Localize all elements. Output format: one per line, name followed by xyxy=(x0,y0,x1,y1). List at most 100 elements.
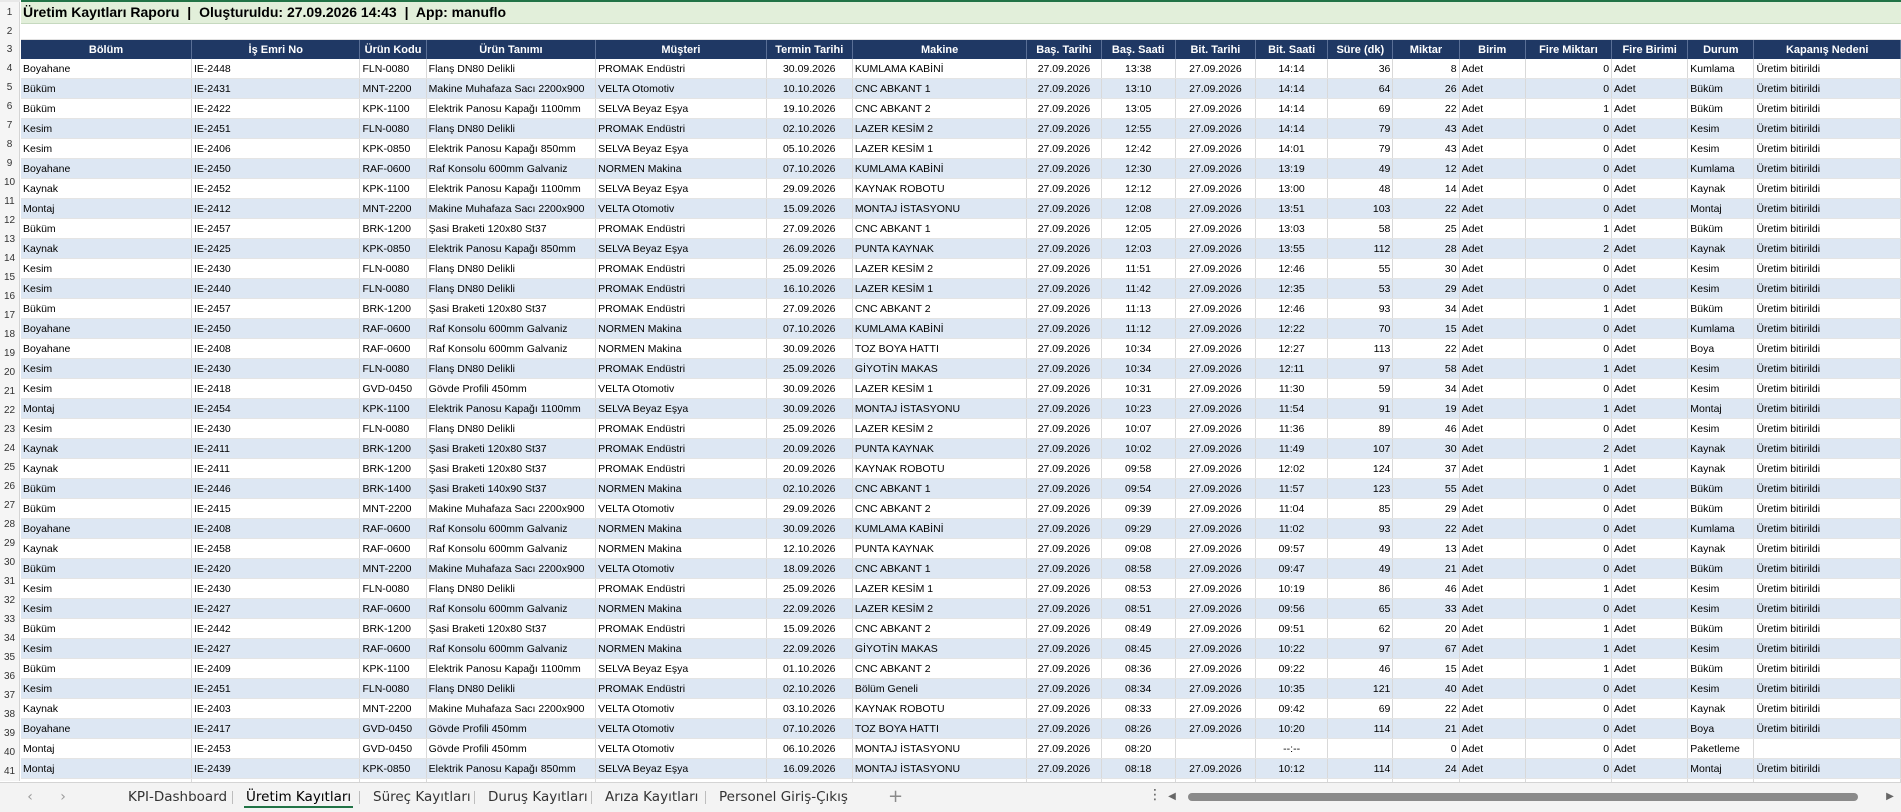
table-cell[interactable]: Montaj xyxy=(1687,758,1755,779)
table-cell[interactable]: IE-2451 xyxy=(191,118,361,139)
table-cell[interactable]: Büküm xyxy=(21,298,192,319)
table-cell[interactable]: Büküm xyxy=(1687,498,1755,519)
table-cell[interactable]: Makine Muhafaza Sacı 2200x900 xyxy=(426,558,597,579)
table-cell[interactable]: 27.09.2026 xyxy=(1026,138,1102,159)
sheet-tab[interactable]: KPI-Dashboard xyxy=(126,783,229,811)
table-cell[interactable]: Kaynak xyxy=(1687,458,1755,479)
table-cell[interactable]: 53 xyxy=(1327,278,1394,299)
table-cell[interactable]: Kumlama xyxy=(1687,158,1755,179)
table-cell[interactable]: Büküm xyxy=(1687,478,1755,499)
table-cell[interactable]: Üretim bitirildi xyxy=(1753,598,1901,619)
table-cell[interactable]: PROMAK Endüstri xyxy=(595,358,767,379)
table-cell[interactable]: Adet xyxy=(1611,438,1689,459)
row-number[interactable]: 23 xyxy=(0,420,20,439)
table-cell[interactable]: 27.09.2026 xyxy=(1175,538,1257,559)
table-cell[interactable]: 0 xyxy=(1525,178,1613,199)
table-cell[interactable]: 10:23 xyxy=(1101,398,1176,419)
table-cell[interactable]: NORMEN Makina xyxy=(595,638,767,659)
table-cell[interactable]: 124 xyxy=(1327,458,1394,479)
table-cell[interactable]: 22 xyxy=(1392,698,1460,719)
table-cell[interactable]: Üretim bitirildi xyxy=(1753,138,1901,159)
table-cell[interactable]: Adet xyxy=(1611,218,1689,239)
table-cell[interactable]: NORMEN Makina xyxy=(595,318,767,339)
table-cell[interactable]: IE-2408 xyxy=(191,338,361,359)
table-cell[interactable]: 08:36 xyxy=(1101,658,1176,679)
table-cell[interactable]: 10:34 xyxy=(1101,358,1176,379)
table-cell[interactable]: Adet xyxy=(1611,238,1689,259)
table-cell[interactable]: 08:20 xyxy=(1101,738,1176,759)
column-header[interactable]: Termin Tarihi xyxy=(766,40,853,59)
table-cell[interactable]: Üretim bitirildi xyxy=(1753,418,1901,439)
table-cell[interactable]: GİYOTİN MAKAS xyxy=(852,638,1028,659)
table-cell[interactable]: Büküm xyxy=(21,78,192,99)
row-number[interactable]: 34 xyxy=(0,629,20,648)
table-cell[interactable]: 46 xyxy=(1392,578,1460,599)
table-cell[interactable]: 107 xyxy=(1327,438,1394,459)
table-cell[interactable]: VELTA Otomotiv xyxy=(595,78,767,99)
table-cell[interactable]: Adet xyxy=(1611,338,1689,359)
table-cell[interactable]: 27.09.2026 xyxy=(1026,338,1102,359)
table-cell[interactable]: MONTAJ İSTASYONU xyxy=(852,758,1028,779)
table-cell[interactable]: 20.09.2026 xyxy=(766,438,853,459)
table-cell[interactable]: 1 xyxy=(1525,458,1613,479)
table-cell[interactable]: Üretim bitirildi xyxy=(1753,358,1901,379)
table-cell[interactable]: MNT-2200 xyxy=(359,198,427,219)
table-cell[interactable]: Üretim bitirildi xyxy=(1753,59,1901,79)
table-cell[interactable]: 12:55 xyxy=(1101,118,1176,139)
row-number[interactable]: 15 xyxy=(0,268,20,287)
table-cell[interactable]: 09:47 xyxy=(1255,558,1329,579)
table-cell[interactable]: 27.09.2026 xyxy=(1175,78,1257,99)
table-cell[interactable]: LAZER KESİM 1 xyxy=(852,138,1028,159)
table-cell[interactable]: Üretim bitirildi xyxy=(1753,238,1901,259)
table-cell[interactable]: IE-2403 xyxy=(191,698,361,719)
table-cell[interactable]: 27.09.2026 xyxy=(1175,138,1257,159)
table-cell[interactable]: 27.09.2026 xyxy=(1026,678,1102,699)
table-cell[interactable]: 11:12 xyxy=(1101,318,1176,339)
table-cell[interactable]: Büküm xyxy=(21,658,192,679)
table-cell[interactable] xyxy=(1175,738,1257,759)
table-cell[interactable]: 12:46 xyxy=(1255,258,1329,279)
table-cell[interactable]: Adet xyxy=(1459,118,1526,139)
table-cell[interactable]: Adet xyxy=(1459,578,1526,599)
table-cell[interactable]: 27.09.2026 xyxy=(1175,98,1257,119)
table-cell[interactable]: Flanş DN80 Delikli xyxy=(426,118,597,139)
table-cell[interactable]: 0 xyxy=(1525,758,1613,779)
table-cell[interactable]: 25.09.2026 xyxy=(766,358,853,379)
table-cell[interactable]: Flanş DN80 Delikli xyxy=(426,678,597,699)
table-cell[interactable]: 27.09.2026 xyxy=(1026,558,1102,579)
table-cell[interactable]: Adet xyxy=(1611,578,1689,599)
row-number[interactable]: 26 xyxy=(0,477,20,496)
table-cell[interactable]: 16.09.2026 xyxy=(766,758,853,779)
table-cell[interactable]: Adet xyxy=(1611,558,1689,579)
table-cell[interactable]: FLN-0080 xyxy=(359,278,427,299)
table-cell[interactable]: 0 xyxy=(1525,498,1613,519)
row-number[interactable]: 27 xyxy=(0,496,20,515)
table-cell[interactable]: KAYNAK ROBOTU xyxy=(852,178,1028,199)
table-cell[interactable]: Elektrik Panosu Kapağı 1100mm xyxy=(426,98,597,119)
table-cell[interactable]: 49 xyxy=(1327,538,1394,559)
table-cell[interactable]: IE-2450 xyxy=(191,318,361,339)
table-cell[interactable]: CNC ABKANT 1 xyxy=(852,78,1028,99)
table-cell[interactable]: IE-2457 xyxy=(191,298,361,319)
table-cell[interactable]: 1 xyxy=(1525,638,1613,659)
table-cell[interactable]: Kesim xyxy=(21,638,192,659)
table-cell[interactable]: 12 xyxy=(1392,158,1460,179)
table-cell[interactable]: Gövde Profili 450mm xyxy=(426,718,597,739)
table-cell[interactable]: 12:08 xyxy=(1101,198,1176,219)
row-number[interactable]: 38 xyxy=(0,705,20,724)
table-cell[interactable]: 07.10.2026 xyxy=(766,318,853,339)
table-cell[interactable]: 09:58 xyxy=(1101,458,1176,479)
table-cell[interactable]: 46 xyxy=(1392,418,1460,439)
table-cell[interactable]: 27.09.2026 xyxy=(1026,78,1102,99)
table-cell[interactable]: 27.09.2026 xyxy=(1026,278,1102,299)
row-number[interactable]: 7 xyxy=(0,116,20,135)
table-cell[interactable]: 0 xyxy=(1525,478,1613,499)
table-cell[interactable]: KUMLAMA KABİNİ xyxy=(852,59,1028,79)
table-cell[interactable]: 1 xyxy=(1525,298,1613,319)
table-cell[interactable]: Adet xyxy=(1611,498,1689,519)
table-cell[interactable]: Montaj xyxy=(21,738,192,759)
table-cell[interactable]: KUMLAMA KABİNİ xyxy=(852,518,1028,539)
table-cell[interactable]: 69 xyxy=(1327,98,1394,119)
table-cell[interactable]: IE-2411 xyxy=(191,438,361,459)
table-cell[interactable]: 97 xyxy=(1327,358,1394,379)
